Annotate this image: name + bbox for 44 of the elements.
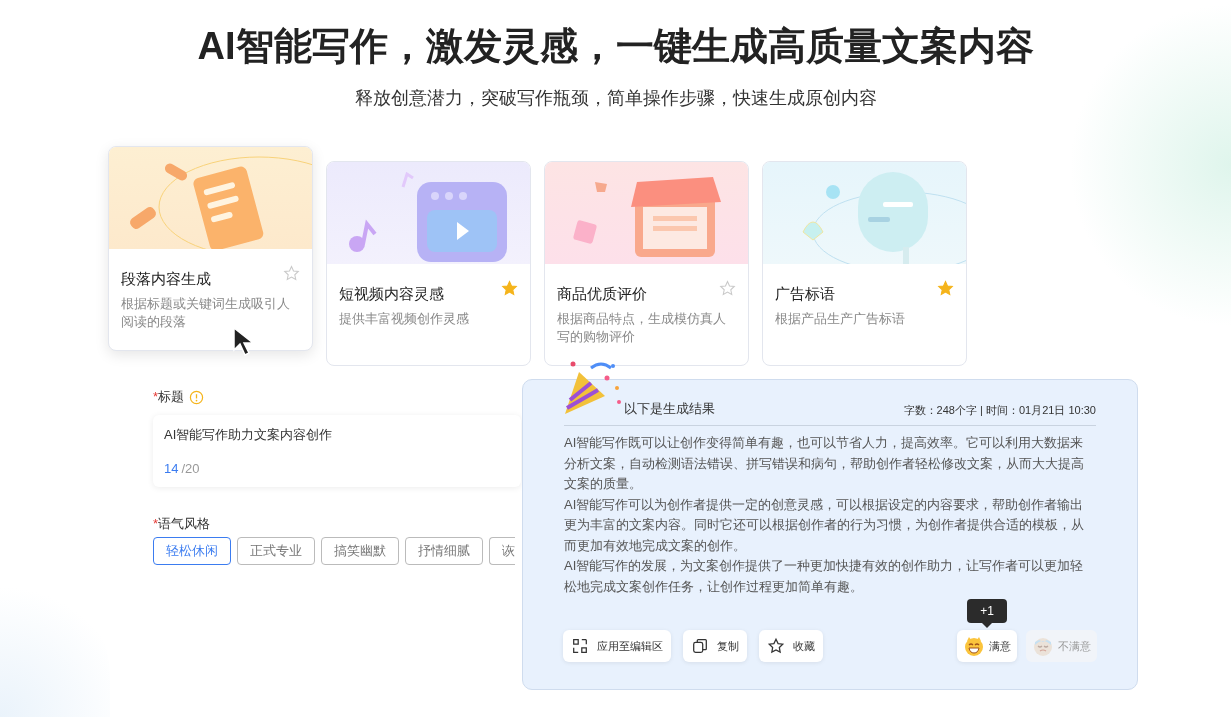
title-label: *标题 — [153, 388, 185, 406]
info-icon[interactable] — [189, 389, 205, 405]
tone-option[interactable]: 轻松休闲 — [153, 537, 231, 565]
feedback-tooltip: +1 — [967, 599, 1007, 623]
card-title: 广告标语 — [775, 284, 836, 304]
like-button[interactable]: 满意 — [957, 630, 1017, 662]
apply-to-editor-icon — [571, 637, 589, 655]
tone-option[interactable]: 诙 — [489, 537, 515, 565]
result-meta: 字数：248个字 | 时间：01月21日 10:30 — [903, 403, 1096, 418]
result-heading: 以下是生成结果 — [624, 400, 715, 418]
tone-label: *语气风格 — [153, 515, 212, 533]
feature-card[interactable]: 短视频内容灵感 提供丰富视频创作灵感 — [326, 161, 531, 366]
card-description: 提供丰富视频创作灵感 — [339, 311, 470, 328]
card-description: 根据产品生产广告标语 — [775, 311, 906, 328]
copy-icon — [691, 637, 709, 655]
tone-option[interactable]: 搞笑幽默 — [321, 537, 399, 565]
star-icon[interactable] — [719, 280, 736, 297]
character-count: 14 /20 — [164, 460, 201, 478]
card-description: 根据标题或关键词生成吸引人阅读的段落 — [121, 296, 291, 331]
star-icon[interactable] — [937, 280, 954, 297]
copy-button[interactable]: 复制 — [683, 630, 747, 662]
frowning-face-icon — [1032, 635, 1054, 657]
favorite-button[interactable]: 收藏 — [759, 630, 823, 662]
page-title: AI智能写作，激发灵感，一键生成高质量文案内容 — [197, 24, 1034, 69]
result-paragraph: AI智能写作可以为创作者提供一定的创意灵感，可以根据设定的内容要求，帮助创作者输出更为丰富的文案内容。同时它还可以根据创作者的行为习惯，为创作者提供合适的模板，从而更加有效地完成文案的创作。 — [564, 495, 1085, 555]
card-title: 商品优质评价 — [557, 284, 648, 304]
tone-option[interactable]: 抒情细腻 — [405, 537, 483, 565]
star-icon[interactable] — [283, 265, 300, 282]
result-paragraph: AI智能写作的发展，为文案创作提供了一种更加快捷有效的创作助力，让写作者可以更加轻松地完成文案创作任务，让创作过程更加简单有趣。 — [564, 557, 1085, 596]
tone-option[interactable]: 正式专业 — [237, 537, 315, 565]
tooltip-pointer — [982, 623, 992, 628]
feature-card[interactable]: 广告标语 根据产品生产广告标语 — [762, 161, 967, 366]
smiling-face-icon — [963, 635, 985, 657]
card-title: 段落内容生成 — [121, 269, 212, 289]
title-input-field[interactable]: AI智能写作助力文案内容创作 14 /20 — [153, 415, 521, 487]
page-subtitle: 释放创意潜力，突破写作瓶颈，简单操作步骤，快速生成原创内容 — [354, 87, 877, 110]
result-paragraph: AI智能写作既可以让创作变得简单有趣，也可以节省人力，提高效率。它可以利用大数据来分析文案，自动检测语法错误、拼写错误和病句，帮助创作者轻松修改文案，从而大大提高文案的质量。 — [564, 434, 1085, 493]
feature-card[interactable]: 商品优质评价 根据商品特点，生成模仿真人写的购物评价 — [544, 161, 749, 366]
star-icon[interactable] — [501, 280, 518, 297]
star-icon — [767, 637, 785, 655]
feature-card[interactable]: 段落内容生成 根据标题或关键词生成吸引人阅读的段落 — [108, 146, 313, 351]
card-description: 根据商品特点，生成模仿真人写的购物评价 — [557, 311, 727, 346]
apply-button[interactable]: 应用至编辑区 — [563, 630, 671, 662]
card-title: 短视频内容灵感 — [339, 284, 445, 304]
